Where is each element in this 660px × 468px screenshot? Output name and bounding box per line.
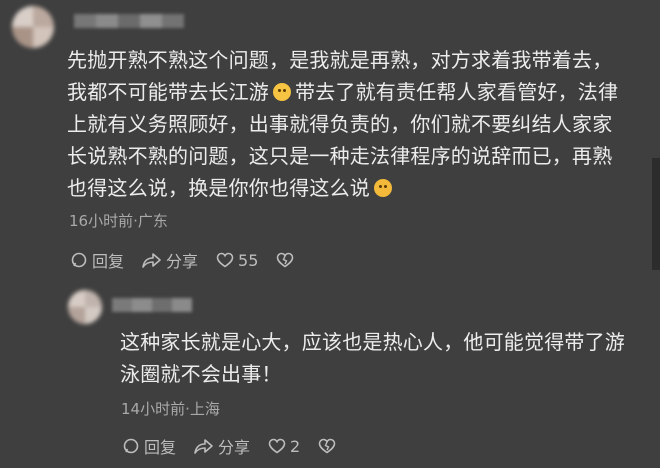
- comment-actions: 回复 分享 2: [122, 434, 358, 458]
- share-button[interactable]: 分享: [194, 434, 250, 458]
- avatar[interactable]: [12, 6, 54, 48]
- heart-icon: [268, 438, 286, 454]
- like-button[interactable]: 55: [216, 251, 258, 270]
- comment-text: 先抛开熟不熟这个问题，是我就是再熟，对方求着我带着去， 我都不可能带去长江游 带去…: [67, 44, 647, 204]
- thinking-emoji-icon: [374, 179, 392, 197]
- comment-line: 上就有义务照顾好，出事就得负责的，你们就不要纠结人家家: [67, 112, 613, 136]
- broken-heart-icon: [277, 252, 294, 268]
- username-pixelated[interactable]: [112, 298, 192, 312]
- like-button[interactable]: 2: [268, 437, 300, 456]
- dislike-button[interactable]: [276, 252, 298, 268]
- comment-line-part: 带去了就有责任帮人家看管好，法律: [295, 80, 619, 104]
- heart-icon: [216, 252, 234, 268]
- dislike-button[interactable]: [318, 438, 340, 454]
- comment-line: 我都不可能带去长江游 带去了就有责任帮人家看管好，法律: [67, 76, 647, 108]
- scroll-edge: [652, 158, 660, 270]
- share-icon: [194, 439, 213, 454]
- comment-2: 这种家长就是心大，应该也是热心人，他可能觉得带了游 泳圈就不会出事！ 14小时前…: [0, 280, 660, 468]
- reply-icon: [71, 252, 87, 268]
- broken-heart-icon: [318, 438, 336, 454]
- comment-meta: 16小时前·广东: [69, 212, 168, 230]
- comment-1: 先抛开熟不熟这个问题，是我就是再熟，对方求着我带着去， 我都不可能带去长江游 带去…: [0, 0, 660, 280]
- like-count: 55: [238, 250, 259, 270]
- comment-line: 先抛开熟不熟这个问题，是我就是再熟，对方求着我带着去，: [67, 48, 613, 72]
- grinning-sweat-emoji-icon: [273, 83, 291, 101]
- avatar[interactable]: [68, 290, 102, 324]
- reply-icon: [123, 438, 139, 454]
- comment-line: 这种家长就是心大，应该也是热心人，他可能觉得带了游: [120, 330, 625, 354]
- share-label: 分享: [166, 252, 199, 271]
- comment-text: 这种家长就是心大，应该也是热心人，他可能觉得带了游 泳圈就不会出事！: [120, 326, 650, 390]
- share-label: 分享: [218, 438, 251, 457]
- comment-meta: 14小时前·上海: [121, 400, 220, 418]
- comment-line: 长说熟不熟的问题，这只是一种走法律程序的说辞而已，再熟: [67, 144, 613, 168]
- comment-line: 也得这么说，换是你你也得这么说: [67, 172, 647, 204]
- like-count: 2: [290, 436, 301, 456]
- username-pixelated[interactable]: [74, 14, 184, 28]
- reply-label: 回复: [144, 438, 177, 457]
- comment-actions: 回复 分享 55: [70, 248, 316, 272]
- reply-button[interactable]: 回复: [122, 434, 176, 458]
- comment-line: 泳圈就不会出事！: [120, 362, 282, 386]
- share-button[interactable]: 分享: [142, 248, 198, 272]
- reply-button[interactable]: 回复: [70, 248, 124, 272]
- comment-line-part: 我都不可能带去长江游: [67, 80, 269, 104]
- comment-line-part: 也得这么说，换是你你也得这么说: [67, 176, 370, 200]
- share-icon: [142, 253, 161, 268]
- reply-label: 回复: [92, 252, 125, 271]
